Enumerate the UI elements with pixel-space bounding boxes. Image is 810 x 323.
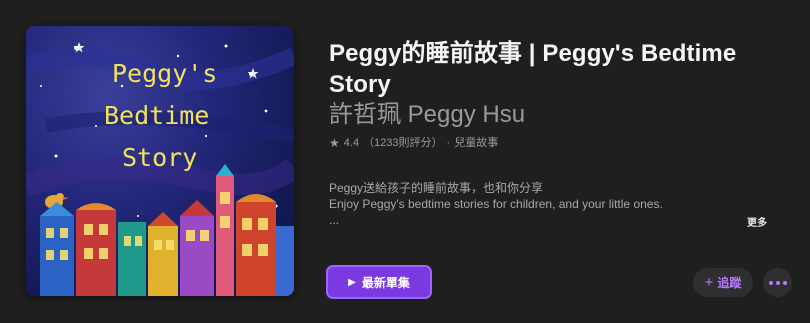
- follow-button[interactable]: + 追蹤: [693, 268, 753, 297]
- cover-illustration: Peggy's Bedtime Story: [26, 42, 294, 296]
- more-button[interactable]: 更多: [747, 214, 767, 229]
- podcast-meta: ★ 4.4 （1233則評分） · 兒童故事: [329, 136, 498, 150]
- meta-separator: ·: [446, 137, 451, 149]
- latest-episode-label: 最新單集: [361, 275, 410, 290]
- rating-count: （1233則評分）: [363, 137, 443, 149]
- description-line: Enjoy Peggy's bedtime stories for childr…: [329, 197, 663, 211]
- play-icon: ▶: [348, 276, 356, 288]
- latest-episode-button[interactable]: ▶ 最新單集: [326, 265, 432, 299]
- cover-title-line2: Bedtime: [104, 101, 209, 130]
- cover-title-line1: Peggy's: [112, 59, 217, 88]
- podcast-title: Peggy的睡前故事 | Peggy's Bedtime Story: [329, 40, 737, 98]
- category-link[interactable]: 兒童故事: [454, 136, 498, 150]
- more-dots-icon: [768, 280, 773, 285]
- more-dots-icon: [775, 280, 780, 285]
- rating-value: 4.4: [343, 137, 360, 149]
- podcast-description: Peggy送給孩子的睡前故事，也和你分享 Enjoy Peggy's bedti…: [329, 180, 749, 228]
- more-options-button[interactable]: [763, 268, 792, 297]
- description-ellipsis: ...: [329, 213, 340, 227]
- podcast-cover-art: Peggy's Bedtime Story: [26, 26, 294, 296]
- podcast-author[interactable]: 許哲珮 Peggy Hsu: [329, 101, 525, 129]
- description-line: Peggy送給孩子的睡前故事，也和你分享: [329, 181, 544, 195]
- cover-title-line3: Story: [122, 143, 197, 172]
- more-dots-icon: [782, 280, 787, 285]
- star-icon: ★: [329, 136, 340, 150]
- plus-icon: +: [704, 274, 714, 291]
- follow-label: 追蹤: [717, 276, 742, 290]
